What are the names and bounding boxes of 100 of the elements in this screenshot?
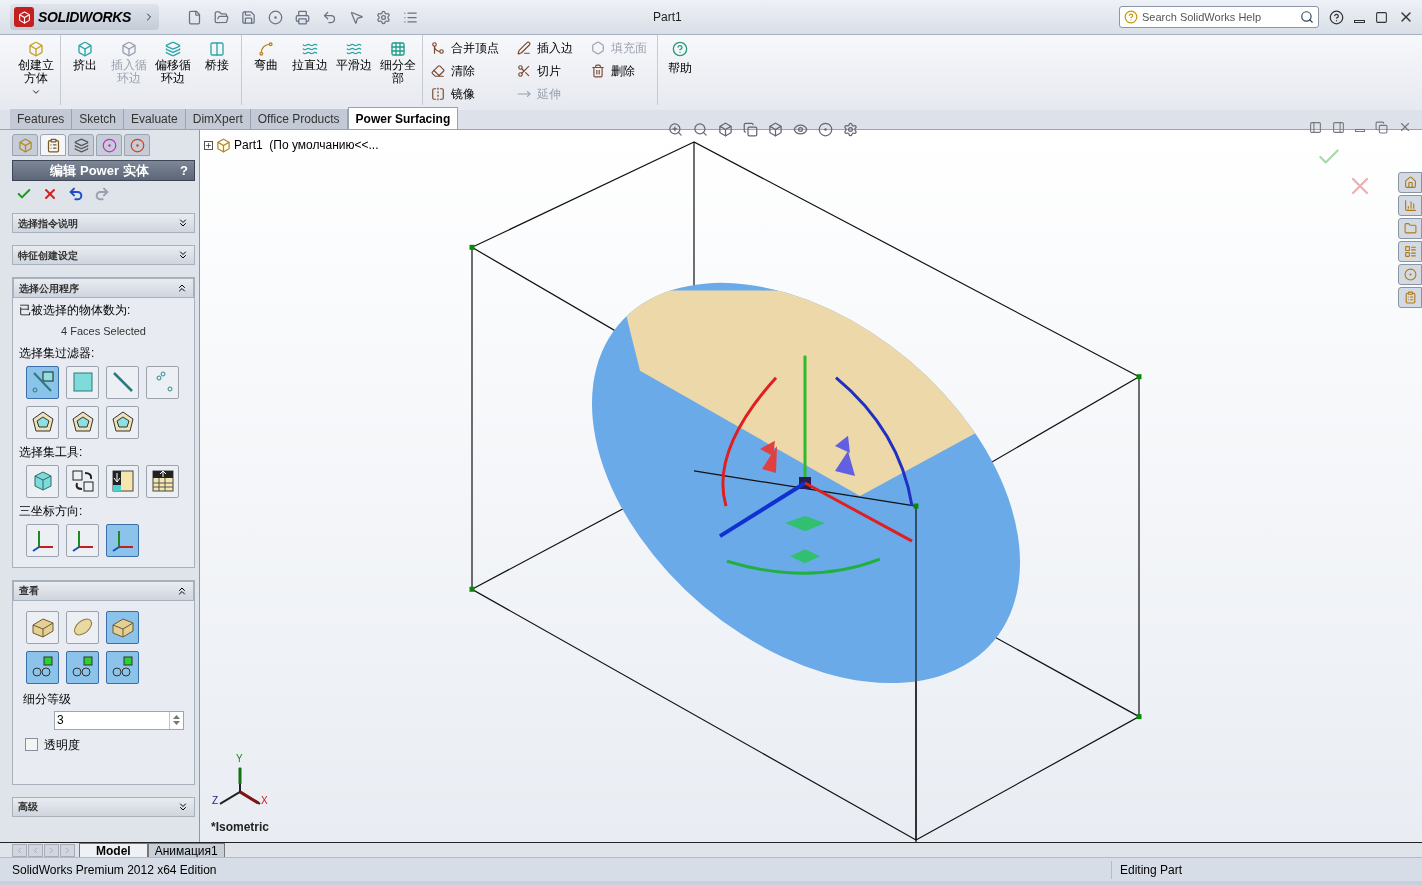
- crosshair-icon: [101, 137, 117, 153]
- ribbon-tool-button[interactable]: 平滑边: [332, 35, 376, 105]
- maximize-button[interactable]: [1375, 10, 1388, 24]
- option-button[interactable]: [106, 464, 139, 498]
- section-header[interactable]: 查看: [13, 580, 194, 601]
- ribbon-tool-button[interactable]: 弯曲: [244, 35, 288, 105]
- list-button[interactable]: [402, 9, 418, 25]
- help-tool-button[interactable]: 帮助: [658, 35, 702, 77]
- part-icon: [216, 137, 231, 153]
- cube-icon: [77, 41, 93, 57]
- ribbon-tool-button[interactable]: 创建立方体: [14, 35, 58, 105]
- help-mark[interactable]: ?: [180, 160, 188, 181]
- ribbon-tool-button[interactable]: 挤出: [63, 35, 107, 105]
- open-button[interactable]: [213, 9, 229, 25]
- redo-icon: [94, 186, 110, 202]
- option-button[interactable]: [106, 405, 139, 439]
- caret-icon: [31, 87, 41, 97]
- option-button[interactable]: [26, 405, 59, 439]
- command-tab[interactable]: Power Surfacing: [347, 107, 459, 129]
- panel-tab[interactable]: [68, 134, 94, 156]
- ribbon-tool-button[interactable]: 清除: [431, 62, 499, 80]
- loop-filter-icon: [30, 410, 55, 434]
- maximize-icon: [1375, 10, 1388, 24]
- list-icon: [402, 9, 418, 25]
- cube-icon: [121, 41, 137, 57]
- loop-filter-icon: [70, 410, 95, 434]
- command-tab[interactable]: Features: [10, 109, 73, 129]
- hide-show-button[interactable]: [793, 122, 808, 137]
- section-header[interactable]: 选择指令说明: [12, 213, 195, 233]
- axis-label: Y: [236, 752, 243, 764]
- zoom-area-icon: [693, 122, 708, 137]
- help-button[interactable]: [1329, 9, 1344, 25]
- restore-button[interactable]: [1375, 120, 1388, 134]
- restore-icon: [1375, 120, 1388, 134]
- checkbox[interactable]: [25, 738, 38, 751]
- tree-item[interactable]: Part1 (По умолчанию<<...: [234, 136, 379, 154]
- new-file-button[interactable]: [186, 9, 202, 25]
- close-icon: [1398, 120, 1412, 134]
- view-name: *Isometric: [211, 819, 270, 836]
- box-icon: [110, 615, 135, 639]
- section-header[interactable]: 特征创建设定: [12, 245, 195, 265]
- panel-tab[interactable]: [124, 134, 150, 156]
- box-icon: [30, 615, 55, 639]
- command-tab[interactable]: DimXpert: [185, 109, 251, 129]
- ribbon-tool-button[interactable]: 删除: [591, 62, 647, 80]
- ribbon-tool-button[interactable]: 拉直边: [288, 35, 332, 105]
- options-button[interactable]: [375, 9, 391, 25]
- curve-icon: [258, 41, 274, 57]
- ribbon-tool-button[interactable]: 插入边: [517, 39, 573, 57]
- ribbon-tool-button[interactable]: 合并顶点: [431, 39, 499, 57]
- zoom-area-button[interactable]: [693, 122, 708, 137]
- section-header[interactable]: 选择公用程序: [13, 278, 194, 298]
- search-input[interactable]: Search SolidWorks Help: [1142, 8, 1296, 26]
- app-logo[interactable]: SOLIDWORKS: [10, 4, 159, 30]
- folder-icon: [1403, 222, 1417, 235]
- task-pane-tab[interactable]: [1398, 264, 1422, 285]
- option-button[interactable]: [66, 464, 99, 498]
- option-button[interactable]: [146, 464, 179, 498]
- command-tab[interactable]: Office Products: [250, 109, 348, 129]
- split-left-button[interactable]: [1309, 120, 1322, 134]
- task-pane-tab[interactable]: [1398, 195, 1422, 216]
- expand-toggle[interactable]: [204, 140, 213, 150]
- command-tab[interactable]: Evaluate: [124, 109, 186, 129]
- edge-filter-icon: [110, 370, 135, 394]
- split-right-button[interactable]: [1332, 120, 1345, 134]
- search-field[interactable]: Search SolidWorks Help: [1119, 6, 1319, 28]
- ribbon-tool-button[interactable]: 偏移循环边: [151, 35, 195, 105]
- task-pane-tab[interactable]: [1398, 241, 1422, 262]
- undo-button[interactable]: [68, 186, 84, 202]
- option-button[interactable]: [66, 405, 99, 439]
- save-button[interactable]: [240, 9, 256, 25]
- group-label: 选择集过滤器:: [19, 344, 96, 362]
- ribbon-tool-button[interactable]: 桥接: [195, 35, 239, 105]
- model-tab[interactable]: Анимация1: [147, 842, 225, 858]
- print-button[interactable]: [294, 9, 310, 25]
- ribbon-tool-button[interactable]: 细分全部: [376, 35, 420, 105]
- logo-icon: [14, 7, 34, 27]
- status-text: SolidWorks Premium 2012 x64 Edition: [12, 861, 217, 879]
- hide-show-icon: [793, 122, 808, 137]
- print-icon: [294, 9, 310, 25]
- ribbon-tool-button[interactable]: 镜像: [431, 85, 499, 103]
- command-tab[interactable]: Sketch: [72, 109, 125, 129]
- undo-button[interactable]: [321, 9, 337, 25]
- mirror-icon: [431, 87, 445, 101]
- panel-tab[interactable]: [96, 134, 122, 156]
- save-icon: [240, 9, 256, 25]
- configuration-icon: [73, 137, 89, 153]
- glasses-icon: [30, 655, 55, 679]
- scissors-icon: [517, 64, 531, 78]
- close-icon: [42, 186, 58, 202]
- section-header[interactable]: 高级: [12, 796, 195, 817]
- model-tab[interactable]: Model: [79, 842, 148, 858]
- cursor-button[interactable]: [348, 9, 364, 25]
- task-pane-tab[interactable]: [1398, 172, 1422, 193]
- zoom-button[interactable]: [668, 122, 683, 137]
- spin-field[interactable]: 3: [54, 710, 184, 730]
- split-right-icon: [1332, 120, 1345, 134]
- ribbon-tool-button[interactable]: 切片: [517, 62, 573, 80]
- minimize-icon: [1354, 19, 1365, 23]
- panel-tab[interactable]: [40, 134, 66, 156]
